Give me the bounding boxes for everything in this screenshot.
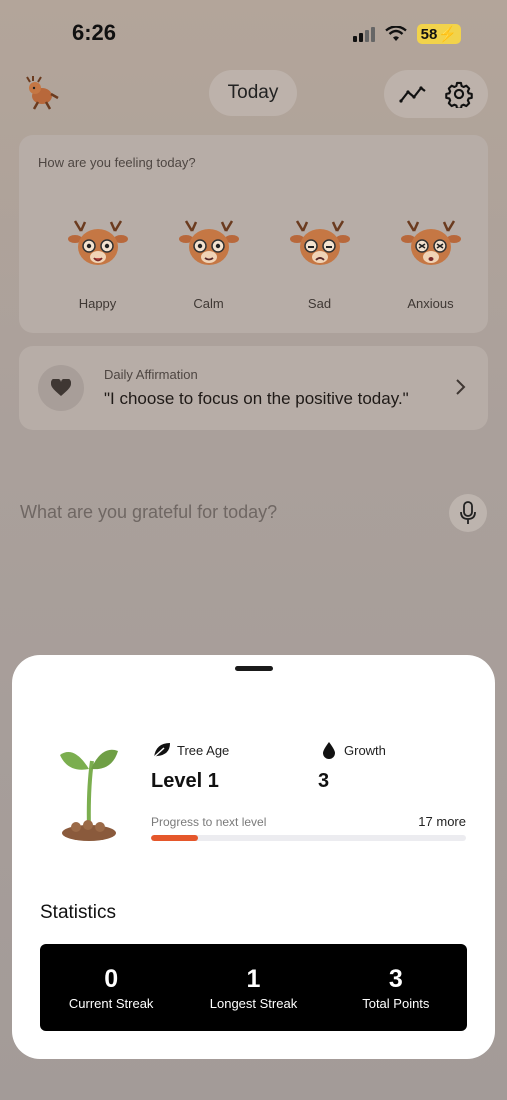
- affirmation-text: "I choose to focus on the positive today…: [104, 389, 409, 408]
- daily-affirmation-card[interactable]: Daily Affirmation "I choose to focus on …: [19, 346, 488, 430]
- battery-indicator: 58 ⚡: [416, 24, 461, 44]
- tree-level-value: Level 1: [151, 770, 219, 792]
- microphone-button[interactable]: [449, 494, 487, 532]
- tree-age-label: Tree Age: [177, 743, 230, 758]
- stat-label: Total Points: [362, 996, 430, 1011]
- stat-longest-streak: 1 Longest Streak: [182, 944, 324, 1031]
- mood-option-happy[interactable]: Happy: [42, 219, 153, 311]
- stat-value: 0: [104, 965, 119, 993]
- battery-level: 58: [420, 25, 438, 43]
- mood-option-anxious[interactable]: Anxious: [375, 219, 486, 311]
- leaf-icon: [152, 743, 170, 759]
- mood-label: Anxious: [407, 296, 454, 311]
- header-tools: [384, 70, 488, 118]
- mood-question: How are you feeling today?: [38, 155, 196, 170]
- heart-badge: [38, 365, 84, 411]
- mood-label: Calm: [193, 296, 224, 311]
- status-time: 6:26: [72, 20, 117, 45]
- mood-options: Happy Calm Sad Anxious: [42, 219, 488, 311]
- growth-label: Growth: [344, 743, 386, 758]
- mood-option-sad[interactable]: Sad: [264, 219, 375, 311]
- gratitude-input[interactable]: What are you grateful for today?: [20, 502, 277, 523]
- microphone-icon: [460, 501, 476, 524]
- affirmation-title: Daily Affirmation: [104, 367, 198, 382]
- trend-chart-icon[interactable]: [399, 84, 427, 104]
- stat-label: Current Streak: [68, 996, 154, 1011]
- status-icons: 58 ⚡: [352, 24, 461, 44]
- today-button[interactable]: Today: [209, 70, 297, 116]
- stat-label: Longest Streak: [209, 996, 298, 1011]
- progress-remaining: 17 more: [418, 814, 466, 829]
- mood-option-calm[interactable]: Calm: [153, 219, 264, 311]
- cellular-signal-icon: [352, 26, 375, 42]
- statistics-panel: 0 Current Streak 1 Longest Streak 3 Tota…: [40, 944, 467, 1031]
- statistics-title: Statistics: [40, 902, 117, 923]
- progress-label: Progress to next level: [151, 815, 267, 829]
- deer-logo-icon[interactable]: [24, 76, 60, 110]
- anxious-deer-face-icon: [400, 220, 461, 265]
- tree-bottom-sheet: Tree Age Growth Level 1 3 Progress to ne…: [12, 655, 495, 1059]
- sheet-drag-handle[interactable]: [235, 666, 273, 671]
- chevron-right-icon: [456, 379, 466, 395]
- stat-value: 1: [246, 965, 261, 993]
- mood-label: Sad: [307, 296, 332, 311]
- gear-icon[interactable]: [445, 80, 473, 108]
- level-progress-fill: [151, 835, 199, 841]
- wifi-icon: [384, 26, 407, 41]
- today-label: Today: [227, 82, 279, 103]
- water-drop-icon: [323, 742, 335, 759]
- mood-label: Happy: [78, 296, 117, 311]
- sprout-plant-icon: [60, 749, 118, 841]
- growth-value: 3: [318, 770, 330, 792]
- stat-value: 3: [388, 965, 403, 993]
- stat-current-streak: 0 Current Streak: [40, 944, 182, 1031]
- happy-deer-face-icon: [67, 220, 128, 265]
- calm-deer-face-icon: [178, 220, 239, 265]
- stat-total-points: 3 Total Points: [325, 944, 467, 1031]
- level-progress-bar: [151, 835, 466, 841]
- charging-bolt-icon: ⚡: [438, 26, 457, 43]
- sad-deer-face-icon: [289, 220, 350, 265]
- mood-card: How are you feeling today? Happy Calm Sa…: [19, 135, 488, 333]
- heart-icon: [51, 379, 71, 396]
